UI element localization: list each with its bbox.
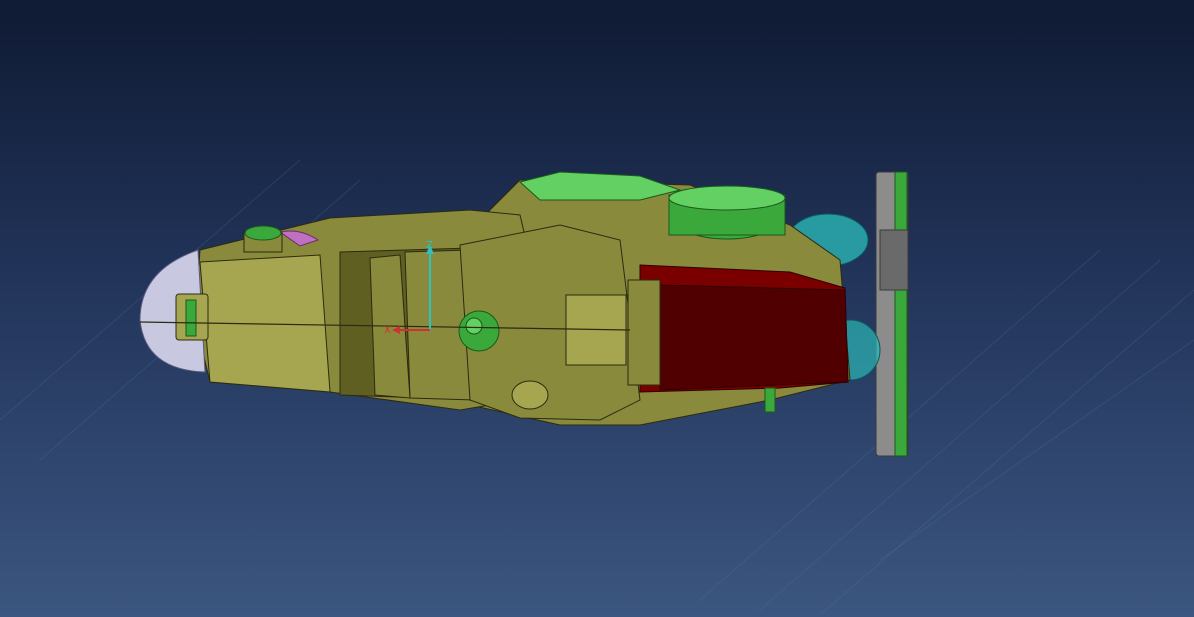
x-axis-label: X xyxy=(384,325,391,336)
lock-button-highlight xyxy=(465,317,483,335)
bottom-peg[interactable] xyxy=(764,387,776,413)
z-axis-label: Z xyxy=(426,240,433,251)
3d-viewport[interactable]: Z X xyxy=(0,0,1194,617)
top-button[interactable] xyxy=(243,225,283,253)
cad-model-canvas[interactable]: Z X xyxy=(0,0,1194,617)
motor-cover[interactable] xyxy=(627,264,849,393)
rear-mounting-plate[interactable] xyxy=(875,171,909,457)
nose-cap[interactable] xyxy=(139,249,209,373)
